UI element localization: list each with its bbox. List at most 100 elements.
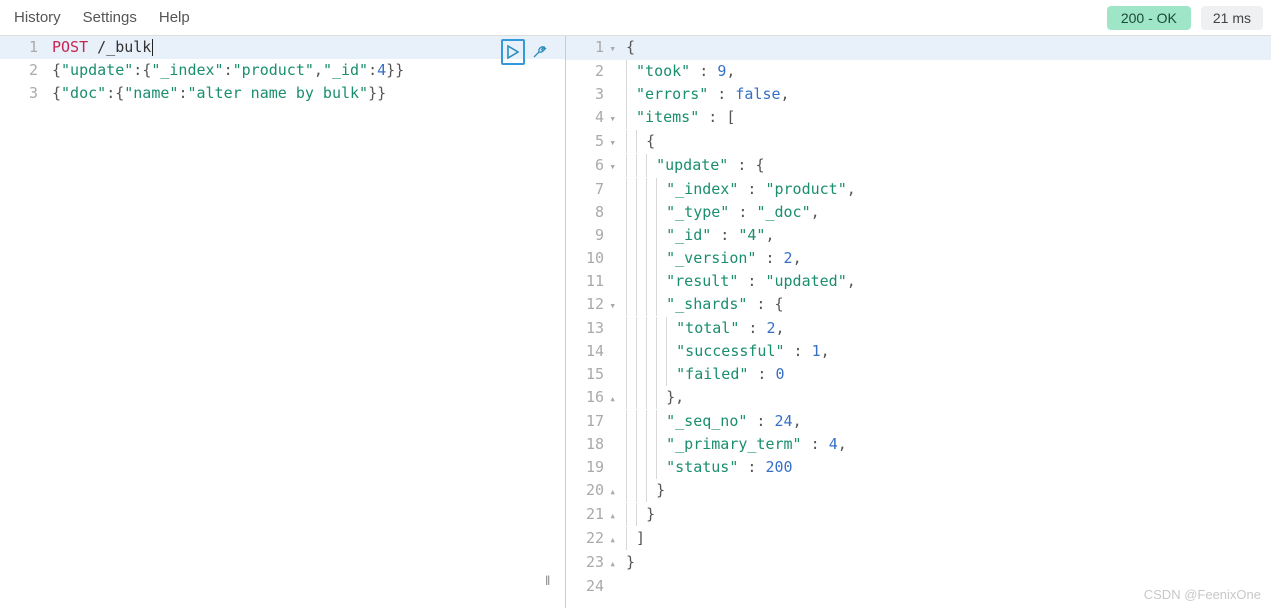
code-content[interactable]: {"doc":{"name":"alter name by bulk"}}: [48, 82, 565, 105]
header-right: 200 - OK 21 ms: [1107, 6, 1263, 30]
code-content: "items" : [: [622, 106, 1271, 129]
code-content[interactable]: {"update":{"_index":"product","_id":4}}: [48, 59, 565, 82]
code-content: "_seq_no" : 24,: [622, 410, 1271, 433]
fold-marker[interactable]: ▴: [606, 504, 616, 527]
editor-line: 12▾ "_shards" : {: [566, 293, 1271, 317]
editor-line: 5▾ {: [566, 130, 1271, 154]
editor-line: 18 "_primary_term" : 4,: [566, 433, 1271, 456]
watermark: CSDN @FeenixOne: [1144, 587, 1261, 602]
line-number: 13: [566, 317, 622, 340]
request-editor[interactable]: 1POST /_bulk2{"update":{"_index":"produc…: [0, 36, 565, 105]
menu-history[interactable]: History: [14, 9, 61, 26]
code-content: }: [622, 479, 1271, 502]
editor-line: 22▴ ]: [566, 527, 1271, 551]
line-number: 1▾: [566, 36, 622, 60]
line-number: 4▾: [566, 106, 622, 130]
header-bar: History Settings Help 200 - OK 21 ms: [0, 0, 1271, 36]
line-number: 12▾: [566, 293, 622, 317]
code-content: "_index" : "product",: [622, 178, 1271, 201]
line-number: 7: [566, 178, 622, 201]
run-button[interactable]: [501, 39, 525, 65]
editor-line: 9 "_id" : "4",: [566, 224, 1271, 247]
fold-marker[interactable]: ▴: [606, 480, 616, 503]
menu-help[interactable]: Help: [159, 9, 190, 26]
line-number: 2: [566, 60, 622, 83]
fold-marker[interactable]: ▾: [606, 155, 616, 178]
code-content: "failed" : 0: [622, 363, 1271, 386]
menu-settings[interactable]: Settings: [83, 9, 137, 26]
editor-line: 15 "failed" : 0: [566, 363, 1271, 386]
fold-marker[interactable]: ▾: [606, 294, 616, 317]
line-number: 11: [566, 270, 622, 293]
wrench-icon: [531, 44, 547, 60]
editor-line[interactable]: 1POST /_bulk: [0, 36, 565, 59]
code-content: "_primary_term" : 4,: [622, 433, 1271, 456]
fold-marker[interactable]: ▴: [606, 387, 616, 410]
line-number: 18: [566, 433, 622, 456]
code-content[interactable]: POST /_bulk: [48, 36, 565, 59]
line-number: 22▴: [566, 527, 622, 551]
editor-line[interactable]: 2{"update":{"_index":"product","_id":4}}: [0, 59, 565, 82]
line-number: 23▴: [566, 551, 622, 575]
editor-line: 10 "_version" : 2,: [566, 247, 1271, 270]
fold-marker[interactable]: ▾: [606, 107, 616, 130]
editor-line: 21▴ }: [566, 503, 1271, 527]
code-content: "successful" : 1,: [622, 340, 1271, 363]
editor-line: 13 "total" : 2,: [566, 317, 1271, 340]
code-content: "status" : 200: [622, 456, 1271, 479]
code-content: ]: [622, 527, 1271, 550]
editor-line: 3 "errors" : false,: [566, 83, 1271, 106]
editor-line: 14 "successful" : 1,: [566, 340, 1271, 363]
response-pane[interactable]: 1▾{2 "took" : 9,3 "errors" : false,4▾ "i…: [566, 36, 1271, 608]
menu: History Settings Help: [8, 9, 190, 26]
line-number: 1: [0, 36, 48, 59]
editor-line: 1▾{: [566, 36, 1271, 60]
code-content: "took" : 9,: [622, 60, 1271, 83]
editor-line: 6▾ "update" : {: [566, 154, 1271, 178]
code-content: {: [622, 130, 1271, 153]
code-content: "_version" : 2,: [622, 247, 1271, 270]
code-content: "result" : "updated",: [622, 270, 1271, 293]
line-number: 16▴: [566, 386, 622, 410]
splitter-handle-icon[interactable]: ‖: [545, 573, 549, 588]
code-content: "_id" : "4",: [622, 224, 1271, 247]
editor-line[interactable]: 3{"doc":{"name":"alter name by bulk"}}: [0, 82, 565, 105]
code-content: }: [622, 551, 1271, 574]
fold-marker[interactable]: ▴: [606, 528, 616, 551]
line-number: 8: [566, 201, 622, 224]
panes: 1POST /_bulk2{"update":{"_index":"produc…: [0, 36, 1271, 608]
line-number: 10: [566, 247, 622, 270]
request-pane[interactable]: 1POST /_bulk2{"update":{"_index":"produc…: [0, 36, 565, 608]
options-button[interactable]: [527, 39, 551, 65]
editor-line: 11 "result" : "updated",: [566, 270, 1271, 293]
editor-line: 7 "_index" : "product",: [566, 178, 1271, 201]
code-content: }: [622, 503, 1271, 526]
line-number: 20▴: [566, 479, 622, 503]
line-number: 2: [0, 59, 48, 82]
line-number: 5▾: [566, 130, 622, 154]
line-number: 6▾: [566, 154, 622, 178]
code-content: "errors" : false,: [622, 83, 1271, 106]
line-number: 17: [566, 410, 622, 433]
line-number: 24: [566, 575, 622, 598]
play-icon: [507, 45, 519, 59]
response-editor: 1▾{2 "took" : 9,3 "errors" : false,4▾ "i…: [566, 36, 1271, 598]
editor-line: 17 "_seq_no" : 24,: [566, 410, 1271, 433]
code-content: "update" : {: [622, 154, 1271, 177]
fold-marker[interactable]: ▾: [606, 37, 616, 60]
code-content: "_type" : "_doc",: [622, 201, 1271, 224]
line-number: 19: [566, 456, 622, 479]
line-number: 15: [566, 363, 622, 386]
code-content: "_shards" : {: [622, 293, 1271, 316]
editor-line: 2 "took" : 9,: [566, 60, 1271, 83]
line-number: 9: [566, 224, 622, 247]
line-number: 3: [0, 82, 48, 105]
fold-marker[interactable]: ▾: [606, 131, 616, 154]
status-badge: 200 - OK: [1107, 6, 1191, 30]
time-badge: 21 ms: [1201, 6, 1263, 30]
editor-line: 8 "_type" : "_doc",: [566, 201, 1271, 224]
fold-marker[interactable]: ▴: [606, 552, 616, 575]
editor-line: 16▴ },: [566, 386, 1271, 410]
line-number: 14: [566, 340, 622, 363]
editor-line: 23▴}: [566, 551, 1271, 575]
